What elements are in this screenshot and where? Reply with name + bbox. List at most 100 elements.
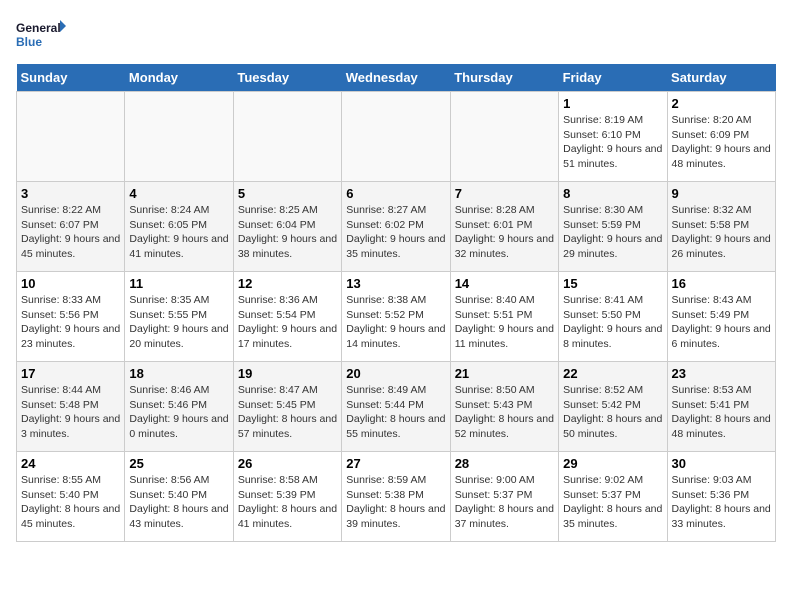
day-info: Sunrise: 8:19 AMSunset: 6:10 PMDaylight:… (563, 113, 662, 172)
day-info: Sunrise: 8:32 AMSunset: 5:58 PMDaylight:… (672, 203, 771, 262)
day-number: 29 (563, 456, 662, 471)
calendar-cell (342, 92, 450, 182)
day-info: Sunrise: 8:58 AMSunset: 5:39 PMDaylight:… (238, 473, 337, 532)
day-info: Sunrise: 8:20 AMSunset: 6:09 PMDaylight:… (672, 113, 771, 172)
day-number: 4 (129, 186, 228, 201)
calendar-cell: 18Sunrise: 8:46 AMSunset: 5:46 PMDayligh… (125, 362, 233, 452)
calendar-header-day: Tuesday (233, 64, 341, 92)
calendar-cell: 15Sunrise: 8:41 AMSunset: 5:50 PMDayligh… (559, 272, 667, 362)
calendar-header-day: Saturday (667, 64, 775, 92)
day-number: 25 (129, 456, 228, 471)
day-info: Sunrise: 8:28 AMSunset: 6:01 PMDaylight:… (455, 203, 554, 262)
day-number: 12 (238, 276, 337, 291)
day-info: Sunrise: 8:56 AMSunset: 5:40 PMDaylight:… (129, 473, 228, 532)
calendar-cell: 21 Sunrise: 8:50 AMSunset: 5:43 PMDayligh… (450, 362, 558, 452)
day-info: Sunrise: 9:00 AMSunset: 5:37 PMDaylight:… (455, 473, 554, 532)
day-number: 8 (563, 186, 662, 201)
calendar-cell: 29 Sunrise: 9:02 AMSunset: 5:37 PMDayligh… (559, 452, 667, 542)
day-number: 18 (129, 366, 228, 381)
logo: General Blue (16, 16, 66, 56)
day-number: 24 (21, 456, 120, 471)
day-number: 17 (21, 366, 120, 381)
day-number: 27 (346, 456, 445, 471)
calendar-cell: 16 Sunrise: 8:43 AMSunset: 5:49 PMDayligh… (667, 272, 775, 362)
calendar-header-day: Thursday (450, 64, 558, 92)
calendar-cell: 10 Sunrise: 8:33 AMSunset: 5:56 PMDayligh… (17, 272, 125, 362)
calendar-cell: 25 Sunrise: 8:56 AMSunset: 5:40 PMDayligh… (125, 452, 233, 542)
calendar-week-row: 17 Sunrise: 8:44 AMSunset: 5:48 PMDayligh… (17, 362, 776, 452)
calendar-cell: 11 Sunrise: 8:35 AMSunset: 5:55 PMDayligh… (125, 272, 233, 362)
day-info: Sunrise: 8:30 AMSunset: 5:59 PMDaylight:… (563, 203, 662, 262)
calendar-week-row: 10 Sunrise: 8:33 AMSunset: 5:56 PMDayligh… (17, 272, 776, 362)
day-number: 10 (21, 276, 120, 291)
day-info: Sunrise: 8:40 AMSunset: 5:51 PMDaylight:… (455, 293, 554, 352)
calendar-cell: 8 Sunrise: 8:30 AMSunset: 5:59 PMDaylight… (559, 182, 667, 272)
calendar-cell: 1 Sunrise: 8:19 AMSunset: 6:10 PMDaylight… (559, 92, 667, 182)
calendar-cell: 9 Sunrise: 8:32 AMSunset: 5:58 PMDaylight… (667, 182, 775, 272)
day-info: Sunrise: 8:35 AMSunset: 5:55 PMDaylight:… (129, 293, 228, 352)
day-info: Sunrise: 8:33 AMSunset: 5:56 PMDaylight:… (21, 293, 120, 352)
calendar-cell: 14 Sunrise: 8:40 AMSunset: 5:51 PMDayligh… (450, 272, 558, 362)
day-number: 13 (346, 276, 445, 291)
day-info: Sunrise: 9:03 AMSunset: 5:36 PMDaylight:… (672, 473, 771, 532)
day-number: 22 (563, 366, 662, 381)
calendar-header-day: Monday (125, 64, 233, 92)
day-info: Sunrise: 8:59 AMSunset: 5:38 PMDaylight:… (346, 473, 445, 532)
calendar-cell: 24 Sunrise: 8:55 AMSunset: 5:40 PMDayligh… (17, 452, 125, 542)
calendar-cell: 19Sunrise: 8:47 AMSunset: 5:45 PMDayligh… (233, 362, 341, 452)
day-number: 28 (455, 456, 554, 471)
logo-svg: General Blue (16, 16, 66, 56)
day-number: 23 (672, 366, 771, 381)
calendar-cell: 28 Sunrise: 9:00 AMSunset: 5:37 PMDayligh… (450, 452, 558, 542)
calendar-cell: 2Sunrise: 8:20 AMSunset: 6:09 PMDaylight… (667, 92, 775, 182)
calendar-cell: 4 Sunrise: 8:24 AMSunset: 6:05 PMDaylight… (125, 182, 233, 272)
calendar-header-day: Friday (559, 64, 667, 92)
calendar-cell: 12 Sunrise: 8:36 AMSunset: 5:54 PMDayligh… (233, 272, 341, 362)
calendar-cell: 3Sunrise: 8:22 AMSunset: 6:07 PMDaylight… (17, 182, 125, 272)
day-info: Sunrise: 8:55 AMSunset: 5:40 PMDaylight:… (21, 473, 120, 532)
day-number: 14 (455, 276, 554, 291)
calendar-cell: 6 Sunrise: 8:27 AMSunset: 6:02 PMDaylight… (342, 182, 450, 272)
calendar-cell (125, 92, 233, 182)
svg-text:Blue: Blue (16, 35, 42, 49)
calendar-cell: 20 Sunrise: 8:49 AMSunset: 5:44 PMDayligh… (342, 362, 450, 452)
day-number: 7 (455, 186, 554, 201)
calendar-cell: 27 Sunrise: 8:59 AMSunset: 5:38 PMDayligh… (342, 452, 450, 542)
day-info: Sunrise: 8:41 AMSunset: 5:50 PMDaylight:… (563, 293, 662, 352)
day-number: 11 (129, 276, 228, 291)
day-number: 19 (238, 366, 337, 381)
header: General Blue (16, 16, 776, 56)
day-number: 1 (563, 96, 662, 111)
calendar-cell: 17 Sunrise: 8:44 AMSunset: 5:48 PMDayligh… (17, 362, 125, 452)
day-info: Sunrise: 8:43 AMSunset: 5:49 PMDaylight:… (672, 293, 771, 352)
day-info: Sunrise: 8:49 AMSunset: 5:44 PMDaylight:… (346, 383, 445, 442)
day-info: Sunrise: 8:44 AMSunset: 5:48 PMDaylight:… (21, 383, 120, 442)
calendar-header-day: Wednesday (342, 64, 450, 92)
day-number: 21 (455, 366, 554, 381)
day-number: 16 (672, 276, 771, 291)
calendar-cell (17, 92, 125, 182)
calendar-header-day: Sunday (17, 64, 125, 92)
day-info: Sunrise: 9:02 AMSunset: 5:37 PMDaylight:… (563, 473, 662, 532)
day-info: Sunrise: 8:24 AMSunset: 6:05 PMDaylight:… (129, 203, 228, 262)
calendar-cell: 13 Sunrise: 8:38 AMSunset: 5:52 PMDayligh… (342, 272, 450, 362)
day-info: Sunrise: 8:53 AMSunset: 5:41 PMDaylight:… (672, 383, 771, 442)
calendar-body: 1 Sunrise: 8:19 AMSunset: 6:10 PMDaylight… (17, 92, 776, 542)
day-number: 5 (238, 186, 337, 201)
day-info: Sunrise: 8:38 AMSunset: 5:52 PMDaylight:… (346, 293, 445, 352)
day-number: 6 (346, 186, 445, 201)
svg-text:General: General (16, 21, 61, 35)
calendar-week-row: 1 Sunrise: 8:19 AMSunset: 6:10 PMDaylight… (17, 92, 776, 182)
calendar-week-row: 24 Sunrise: 8:55 AMSunset: 5:40 PMDayligh… (17, 452, 776, 542)
day-number: 20 (346, 366, 445, 381)
day-number: 9 (672, 186, 771, 201)
day-info: Sunrise: 8:50 AMSunset: 5:43 PMDaylight:… (455, 383, 554, 442)
calendar-cell (450, 92, 558, 182)
calendar-cell (233, 92, 341, 182)
day-info: Sunrise: 8:36 AMSunset: 5:54 PMDaylight:… (238, 293, 337, 352)
calendar-table: SundayMondayTuesdayWednesdayThursdayFrid… (16, 64, 776, 542)
day-info: Sunrise: 8:27 AMSunset: 6:02 PMDaylight:… (346, 203, 445, 262)
day-number: 3 (21, 186, 120, 201)
calendar-week-row: 3Sunrise: 8:22 AMSunset: 6:07 PMDaylight… (17, 182, 776, 272)
calendar-header-row: SundayMondayTuesdayWednesdayThursdayFrid… (17, 64, 776, 92)
